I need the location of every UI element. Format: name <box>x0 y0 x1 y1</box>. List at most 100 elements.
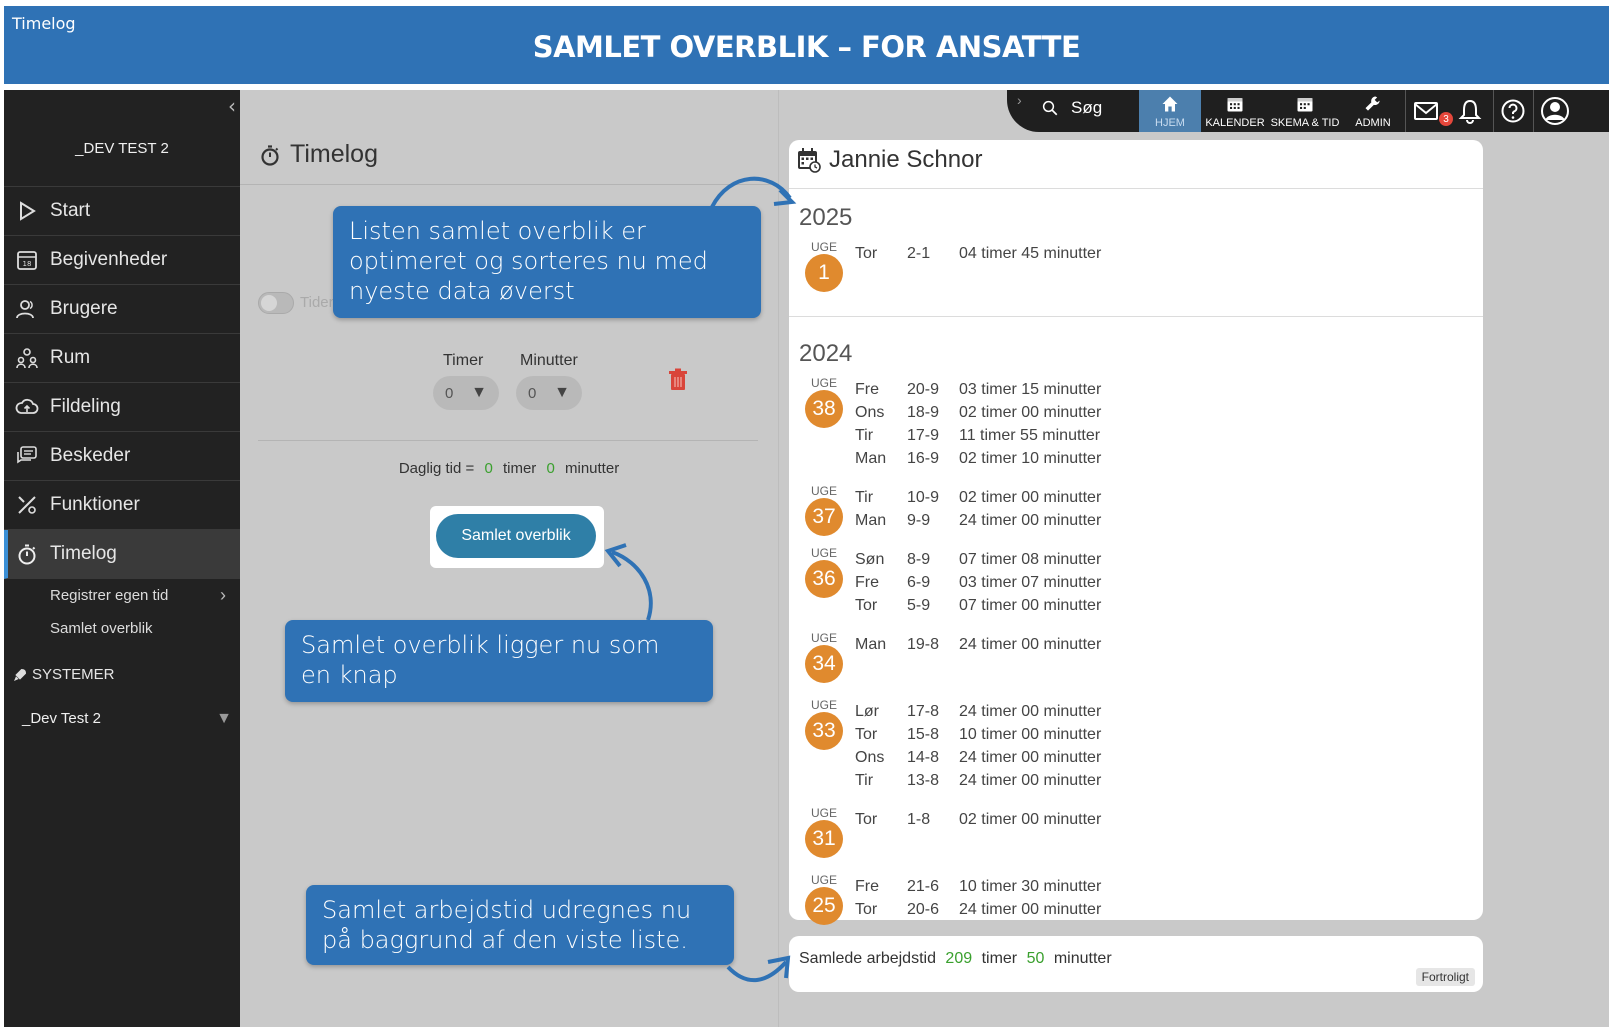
divider <box>789 188 1483 189</box>
weekday-cell: Ons <box>855 404 885 421</box>
sidebar-subitem-label: Registrer egen tid <box>50 587 169 604</box>
callout-sorted: Listen samlet overblik er optimeret og s… <box>333 206 761 318</box>
search-icon <box>1042 100 1058 116</box>
minutter-label: Minutter <box>520 352 578 369</box>
minutter-select[interactable]: 0 ▼ <box>516 376 582 410</box>
search-button[interactable]: Søg <box>1041 98 1102 118</box>
caret-down-icon: ▼ <box>554 384 570 401</box>
date-cell: 20-6 <box>907 901 940 918</box>
list-item: Ons 14-8 24 timer 00 minutter <box>855 746 1199 769</box>
collapse-sidebar-icon[interactable]: ‹ <box>228 94 236 118</box>
page-title-text: Timelog <box>290 140 378 168</box>
nav-skema-tid[interactable]: SKEMA & TID <box>1269 90 1341 132</box>
caret-down-icon: ▼ <box>216 710 232 727</box>
sidebar-subitem-registrer[interactable]: Registrer egen tid › <box>4 579 240 612</box>
list-item: Tir 10-9 02 timer 00 minutter <box>855 486 1199 509</box>
duration-cell: 24 timer 00 minutter <box>959 703 1102 720</box>
nav-admin[interactable]: ADMIN <box>1347 90 1399 132</box>
date-cell: 17-9 <box>907 427 940 444</box>
search-label: Søg <box>1071 98 1103 117</box>
duration-cell: 02 timer 00 minutter <box>959 489 1102 506</box>
sidebar-subitem-samlet[interactable]: Samlet overblik <box>4 612 240 645</box>
daily-timer-unit: timer <box>502 460 537 477</box>
date-cell: 13-8 <box>907 772 940 789</box>
duration-cell: 07 timer 00 minutter <box>959 597 1102 614</box>
users-icon <box>14 296 40 322</box>
sidebar: ‹ _DEV TEST 2 Start 18 Begivenheder Brug… <box>4 90 240 1027</box>
sidebar-brand: _DEV TEST 2 <box>75 140 169 157</box>
samlet-overblik-button[interactable]: Samlet overblik <box>436 514 596 558</box>
list-item: Tir 13-8 24 timer 00 minutter <box>855 769 1199 792</box>
week-label: UGE <box>811 806 838 820</box>
sidebar-item-timelog[interactable]: Timelog <box>4 530 240 579</box>
system-select[interactable]: _Dev Test 2 ▼ <box>22 710 232 728</box>
nav-hjem[interactable]: HJEM <box>1139 90 1201 132</box>
sidebar-item-label: Brugere <box>50 298 118 319</box>
overview-area: › Søg HJEM KALENDER SKEMA & TID ADMIN 3 … <box>778 90 1609 1027</box>
list-item: Tor 15-8 10 timer 00 minutter <box>855 723 1199 746</box>
week-rows: Man 19-8 24 timer 00 minutter <box>855 633 1199 656</box>
confidential-badge: Fortroligt <box>1415 968 1475 986</box>
weekday-cell: Tor <box>855 901 878 918</box>
svg-text:18: 18 <box>23 260 32 268</box>
duration-cell: 02 timer 00 minutter <box>959 811 1102 828</box>
weekday-cell: Tir <box>855 772 874 789</box>
chevron-right-icon[interactable]: › <box>1017 92 1022 108</box>
panel-header: Timelog <box>240 90 778 185</box>
sidebar-item-start[interactable]: Start <box>4 187 240 236</box>
week-number-badge: 33 <box>805 712 843 750</box>
list-item: Fre 20-9 03 timer 15 minutter <box>855 378 1199 401</box>
duration-cell: 24 timer 00 minutter <box>959 512 1102 529</box>
wrench-icon <box>1365 96 1380 111</box>
total-hours: 209 <box>945 950 973 967</box>
divider <box>1405 90 1406 132</box>
week-rows: Lør 17-8 24 timer 00 minutter Tor 15-8 10 tim… <box>855 700 1199 792</box>
nav-kalender[interactable]: KALENDER <box>1205 90 1265 132</box>
week-number-badge: 36 <box>805 560 843 598</box>
chevron-right-icon: › <box>220 585 226 605</box>
help-icon[interactable] <box>1500 98 1526 124</box>
mail-icon[interactable] <box>1413 98 1439 124</box>
daily-minutter-unit: minutter <box>565 460 620 477</box>
divider <box>1533 90 1534 132</box>
nav-label: KALENDER <box>1205 117 1265 129</box>
mail-badge: 3 <box>1439 112 1453 126</box>
sidebar-item-fildeling[interactable]: Fildeling <box>4 383 240 432</box>
year-heading: 2024 <box>799 340 853 367</box>
trash-icon[interactable] <box>668 368 688 392</box>
week-label: UGE <box>811 631 838 645</box>
week-label: UGE <box>811 376 838 390</box>
sidebar-menu: Start 18 Begivenheder Brugere Rum Fildel… <box>4 187 240 645</box>
sidebar-item-beskeder[interactable]: Beskeder <box>4 432 240 481</box>
bell-icon[interactable] <box>1457 98 1483 124</box>
systems-heading: SYSTEMER <box>12 666 115 683</box>
toggle-switch[interactable] <box>258 292 294 314</box>
daily-hours: 0 <box>484 460 493 477</box>
weekday-cell: Tor <box>855 245 878 262</box>
divider <box>789 316 1483 317</box>
sidebar-item-rum[interactable]: Rum <box>4 334 240 383</box>
sidebar-item-label: Fildeling <box>50 396 121 417</box>
week-number-badge: 25 <box>805 887 843 925</box>
weekday-cell: Lør <box>855 703 879 720</box>
week-number-badge: 34 <box>805 645 843 683</box>
week-label: UGE <box>811 698 838 712</box>
date-cell: 5-9 <box>907 597 931 614</box>
weekday-cell: Fre <box>855 574 879 591</box>
sidebar-item-begivenheder[interactable]: 18 Begivenheder <box>4 236 240 285</box>
list-item: Lør 17-8 24 timer 00 minutter <box>855 700 1199 723</box>
app-window: ‹ _DEV TEST 2 Start 18 Begivenheder Brug… <box>4 90 1609 1027</box>
sidebar-item-funktioner[interactable]: Funktioner <box>4 481 240 530</box>
daily-prefix: Daglig tid = <box>398 460 475 477</box>
schedule-icon <box>1297 98 1313 112</box>
sidebar-item-label: Rum <box>50 347 91 368</box>
timer-select[interactable]: 0 ▼ <box>433 376 499 410</box>
weekday-cell: Søn <box>855 551 885 568</box>
system-select-value: _Dev Test 2 <box>22 710 101 727</box>
date-cell: 8-9 <box>907 551 931 568</box>
date-cell: 10-9 <box>907 489 940 506</box>
card-header: Jannie Schnor <box>797 146 982 174</box>
avatar-icon[interactable] <box>1540 96 1570 126</box>
sidebar-item-brugere[interactable]: Brugere <box>4 285 240 334</box>
weekday-cell: Man <box>855 450 887 467</box>
